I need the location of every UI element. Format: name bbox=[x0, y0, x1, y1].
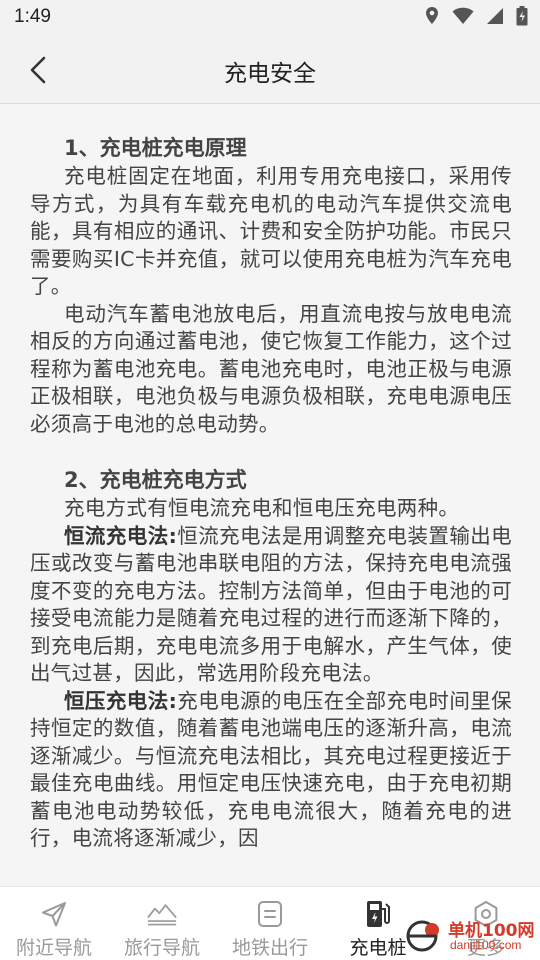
mountain-icon bbox=[147, 899, 177, 929]
method-label: 恒压充电法: bbox=[64, 688, 178, 713]
wifi-icon bbox=[452, 7, 474, 29]
tab-travel-navigation[interactable]: 旅行导航 bbox=[108, 887, 216, 960]
watermark-logo-icon bbox=[400, 914, 448, 960]
paragraph: 电动汽车蓄电池放电后，用直流电按与放电电流相反的方向通过蓄电池，使它恢复工作能力… bbox=[30, 301, 512, 436]
paragraph: 充电桩固定在地面，利用专用充电接口，采用传导方式，为具有车载充电机的电动汽车提供… bbox=[30, 164, 512, 298]
section-heading-2: 2、充电桩充电方式 bbox=[64, 468, 247, 492]
watermark-url: danji100.com bbox=[450, 938, 522, 952]
tab-nearby-navigation[interactable]: 附近导航 bbox=[0, 887, 108, 960]
method-label: 恒流充电法: bbox=[64, 523, 178, 548]
tab-label: 附近导航 bbox=[15, 937, 92, 959]
signal-icon bbox=[486, 7, 504, 29]
charging-station-icon bbox=[363, 899, 393, 929]
paragraph: 恒压充电法:充电电源的电压在全部充电时间里保持恒定的数值，随着蓄电池端电压的逐渐… bbox=[30, 688, 512, 853]
article: 1、充电桩充电原理 充电桩固定在地面，利用专用充电接口，采用传导方式，为具有车载… bbox=[0, 105, 540, 853]
section-heading-1: 1、充电桩充电原理 bbox=[64, 136, 247, 160]
paragraph: 充电方式有恒电流充电和恒电压充电两种。 bbox=[64, 496, 460, 520]
status-icons bbox=[424, 6, 528, 30]
status-time: 1:49 bbox=[14, 6, 51, 27]
tab-metro-travel[interactable]: 地铁出行 bbox=[216, 887, 324, 960]
page-title: 充电安全 bbox=[224, 61, 316, 87]
status-bar: 1:49 bbox=[0, 0, 540, 36]
watermark: 单机100网 danji100.com bbox=[392, 912, 540, 960]
app-header: 充电安全 bbox=[0, 36, 540, 104]
tab-label: 旅行导航 bbox=[123, 937, 200, 959]
paragraph: 恒流充电法:恒流充电法是用调整充电装置输出电压或改变与蓄电池串联电阻的方法，保持… bbox=[30, 523, 512, 688]
article-scroll-area[interactable]: 1、充电桩充电原理 充电桩固定在地面，利用专用充电接口，采用传导方式，为具有车载… bbox=[0, 105, 540, 886]
document-icon bbox=[255, 899, 285, 929]
tab-label: 地铁出行 bbox=[231, 937, 308, 959]
navigation-arrow-icon bbox=[39, 899, 69, 929]
location-icon bbox=[424, 6, 440, 30]
battery-charging-icon bbox=[516, 6, 528, 30]
